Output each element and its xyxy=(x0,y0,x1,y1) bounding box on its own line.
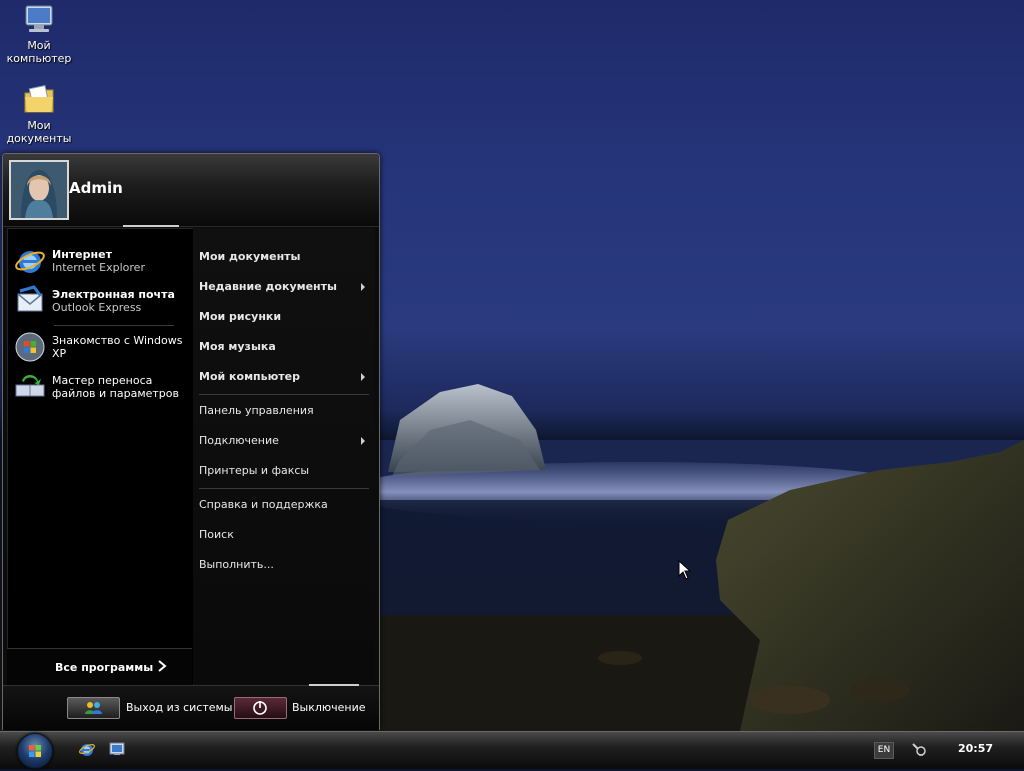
shutdown-button[interactable] xyxy=(234,697,287,719)
start-menu-programs-pane: Интернет Internet Explorer Электронная п… xyxy=(7,228,194,686)
desktop-icon-label: Мои документы xyxy=(6,119,72,145)
start-menu: Admin Интернет Internet Explorer Электро… xyxy=(2,153,380,730)
places-item-run[interactable]: Выполнить... xyxy=(199,554,367,576)
places-item-label: Мои рисунки xyxy=(199,310,282,323)
places-item-label: Справка и поддержка xyxy=(199,498,328,511)
recent-item-label: Знакомство с Windows XP xyxy=(52,334,183,360)
shutdown-label[interactable]: Выключение xyxy=(292,701,366,714)
taskbar: EN 20:57 xyxy=(0,731,1024,769)
places-item-label: Выполнить... xyxy=(199,558,274,571)
submenu-arrow-icon xyxy=(361,437,365,445)
computer-icon xyxy=(22,3,56,37)
places-item-search[interactable]: Поиск xyxy=(199,524,367,546)
places-item-my-computer[interactable]: Мой компьютер xyxy=(199,366,367,388)
user-avatar[interactable] xyxy=(9,160,69,220)
desktop-icon-label: Мой компьютер xyxy=(6,39,72,65)
desktop-icon-my-computer[interactable]: Мой компьютер xyxy=(1,3,77,65)
transfer-wizard-icon xyxy=(14,371,46,403)
footer-accent-line xyxy=(309,684,359,686)
pinned-item-subtitle: Outlook Express xyxy=(52,301,142,314)
pinned-item-subtitle: Internet Explorer xyxy=(52,261,145,274)
places-item-recent-documents[interactable]: Недавние документы xyxy=(199,276,367,298)
places-item-label: Панель управления xyxy=(199,404,314,417)
pinned-item-internet[interactable]: Интернет Internet Explorer xyxy=(14,243,190,279)
places-item-my-music[interactable]: Моя музыка xyxy=(199,336,367,358)
outlook-express-icon xyxy=(14,285,46,317)
windows-tour-icon xyxy=(14,331,46,363)
show-desktop-icon[interactable] xyxy=(108,740,126,758)
places-item-label: Принтеры и факсы xyxy=(199,464,310,477)
places-item-label: Моя музыка xyxy=(199,340,276,353)
all-programs-label: Все программы xyxy=(55,661,154,674)
places-item-label: Недавние документы xyxy=(199,280,337,293)
pinned-item-email[interactable]: Электронная почта Outlook Express xyxy=(14,283,190,319)
pinned-separator xyxy=(54,325,174,326)
places-item-label: Поиск xyxy=(199,528,234,541)
start-menu-places-pane: Мои документы Недавние документы Мои рис… xyxy=(193,228,375,684)
windows-logo-icon xyxy=(29,745,41,757)
power-icon xyxy=(253,701,267,715)
start-button[interactable] xyxy=(17,733,53,769)
logoff-label[interactable]: Выход из системы xyxy=(126,701,232,714)
recent-item-label: Мастер переноса файлов и параметров xyxy=(52,374,180,400)
desktop-icon-my-documents[interactable]: Мои документы xyxy=(1,83,77,145)
places-item-my-documents[interactable]: Мои документы xyxy=(199,246,367,268)
pinned-item-title: Электронная почта xyxy=(52,288,175,301)
start-menu-footer: Выход из системы Выключение xyxy=(3,684,379,730)
all-programs-button[interactable]: Все программы xyxy=(7,648,192,685)
places-item-label: Мои документы xyxy=(199,250,301,263)
places-item-control-panel[interactable]: Панель управления xyxy=(199,400,367,422)
submenu-arrow-icon xyxy=(361,373,365,381)
places-item-label: Подключение xyxy=(199,434,279,447)
places-separator xyxy=(199,394,369,395)
network-icon[interactable] xyxy=(910,740,928,758)
logoff-button[interactable] xyxy=(67,697,120,719)
documents-folder-icon xyxy=(22,83,56,117)
pinned-item-title: Интернет xyxy=(52,248,112,261)
chevron-right-icon xyxy=(157,659,167,676)
places-item-label: Мой компьютер xyxy=(199,370,301,383)
users-icon xyxy=(85,702,102,714)
recent-item-windows-tour[interactable]: Знакомство с Windows XP xyxy=(14,329,190,365)
places-item-printers[interactable]: Принтеры и факсы xyxy=(199,460,367,482)
start-menu-header: Admin xyxy=(3,154,379,227)
language-indicator[interactable]: EN xyxy=(874,742,894,759)
places-item-connect-to[interactable]: Подключение xyxy=(199,430,367,452)
places-item-help[interactable]: Справка и поддержка xyxy=(199,494,367,516)
submenu-arrow-icon xyxy=(361,283,365,291)
internet-explorer-icon xyxy=(14,245,46,277)
clock[interactable]: 20:57 xyxy=(958,742,993,755)
header-accent-line xyxy=(123,225,179,227)
user-name: Admin xyxy=(69,179,123,197)
internet-explorer-icon[interactable] xyxy=(78,740,96,758)
places-separator xyxy=(199,488,369,489)
recent-item-transfer-wizard[interactable]: Мастер переноса файлов и параметров xyxy=(14,369,190,405)
places-item-my-pictures[interactable]: Мои рисунки xyxy=(199,306,367,328)
mouse-cursor-icon xyxy=(678,559,692,583)
